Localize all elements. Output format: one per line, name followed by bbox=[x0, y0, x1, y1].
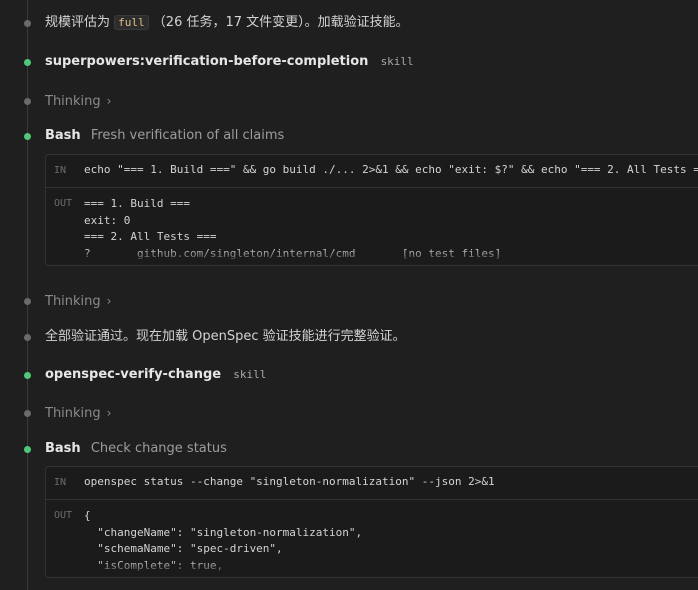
message-scale-suffix: （26 任务，17 文件变更）。加载验证技能。 bbox=[152, 15, 409, 30]
tool-description: Check change status bbox=[90, 441, 227, 456]
thinking-toggle[interactable]: Thinking › bbox=[45, 292, 111, 311]
timeline-dot bbox=[24, 298, 31, 305]
output-label: OUT bbox=[54, 198, 73, 209]
timeline-dot-active bbox=[24, 133, 31, 140]
tool-input-command: openspec status --change "singleton-norm… bbox=[84, 475, 495, 488]
timeline-dot bbox=[24, 410, 31, 417]
tool-input-command: echo "=== 1. Build ===" && go build ./..… bbox=[84, 163, 698, 176]
chevron-right-icon: › bbox=[106, 294, 112, 308]
input-label: IN bbox=[54, 165, 67, 176]
chevron-right-icon: › bbox=[106, 94, 112, 108]
tool-output-box[interactable]: IN openspec status --change "singleton-n… bbox=[45, 466, 698, 578]
tool-input-section: IN echo "=== 1. Build ===" && go build .… bbox=[46, 155, 698, 188]
tool-output-section: OUT { "changeName": "singleton-normaliza… bbox=[46, 500, 698, 576]
message-all-pass: 全部验证通过。现在加载 OpenSpec 验证技能进行完整验证。 bbox=[45, 329, 406, 344]
thinking-label: Thinking bbox=[45, 94, 101, 109]
tool-input-section: IN openspec status --change "singleton-n… bbox=[46, 467, 698, 500]
tool-output-section: OUT === 1. Build === exit: 0 === 2. All … bbox=[46, 188, 698, 264]
timeline-dot bbox=[24, 20, 31, 27]
message-scale: 规模评估为 full （26 任务，17 文件变更）。加载验证技能。 bbox=[45, 14, 409, 32]
timeline-dot bbox=[24, 98, 31, 105]
thinking-toggle[interactable]: Thinking › bbox=[45, 92, 111, 111]
output-fade bbox=[46, 560, 698, 576]
timeline-dot bbox=[24, 334, 31, 341]
thinking-label: Thinking bbox=[45, 294, 101, 309]
skill-tag: skill bbox=[380, 55, 414, 68]
skill-tag: skill bbox=[233, 368, 267, 381]
tool-header: Bash Fresh verification of all claims bbox=[45, 127, 284, 145]
output-label: OUT bbox=[54, 510, 73, 521]
thinking-label: Thinking bbox=[45, 406, 101, 421]
timeline-dot-active bbox=[24, 59, 31, 66]
timeline-dot-active bbox=[24, 446, 31, 453]
tool-name: Bash bbox=[45, 128, 81, 143]
skill-entry[interactable]: superpowers:verification-before-completi… bbox=[45, 53, 414, 71]
skill-entry[interactable]: openspec-verify-change skill bbox=[45, 366, 266, 384]
chevron-right-icon: › bbox=[106, 406, 112, 420]
skill-name: superpowers:verification-before-completi… bbox=[45, 54, 369, 69]
tool-description: Fresh verification of all claims bbox=[90, 128, 285, 143]
timeline-line bbox=[27, 0, 28, 590]
thinking-toggle[interactable]: Thinking › bbox=[45, 404, 111, 423]
tool-header: Bash Check change status bbox=[45, 440, 227, 458]
timeline-dot-active bbox=[24, 372, 31, 379]
skill-name: openspec-verify-change bbox=[45, 367, 222, 382]
tool-name: Bash bbox=[45, 441, 81, 456]
tool-output-box[interactable]: IN echo "=== 1. Build ===" && go build .… bbox=[45, 154, 698, 266]
message-scale-prefix: 规模评估为 bbox=[45, 15, 111, 30]
output-fade bbox=[46, 248, 698, 264]
scale-code: full bbox=[114, 15, 149, 30]
chat-transcript: 规模评估为 full （26 任务，17 文件变更）。加载验证技能。 super… bbox=[0, 0, 698, 590]
input-label: IN bbox=[54, 477, 67, 488]
